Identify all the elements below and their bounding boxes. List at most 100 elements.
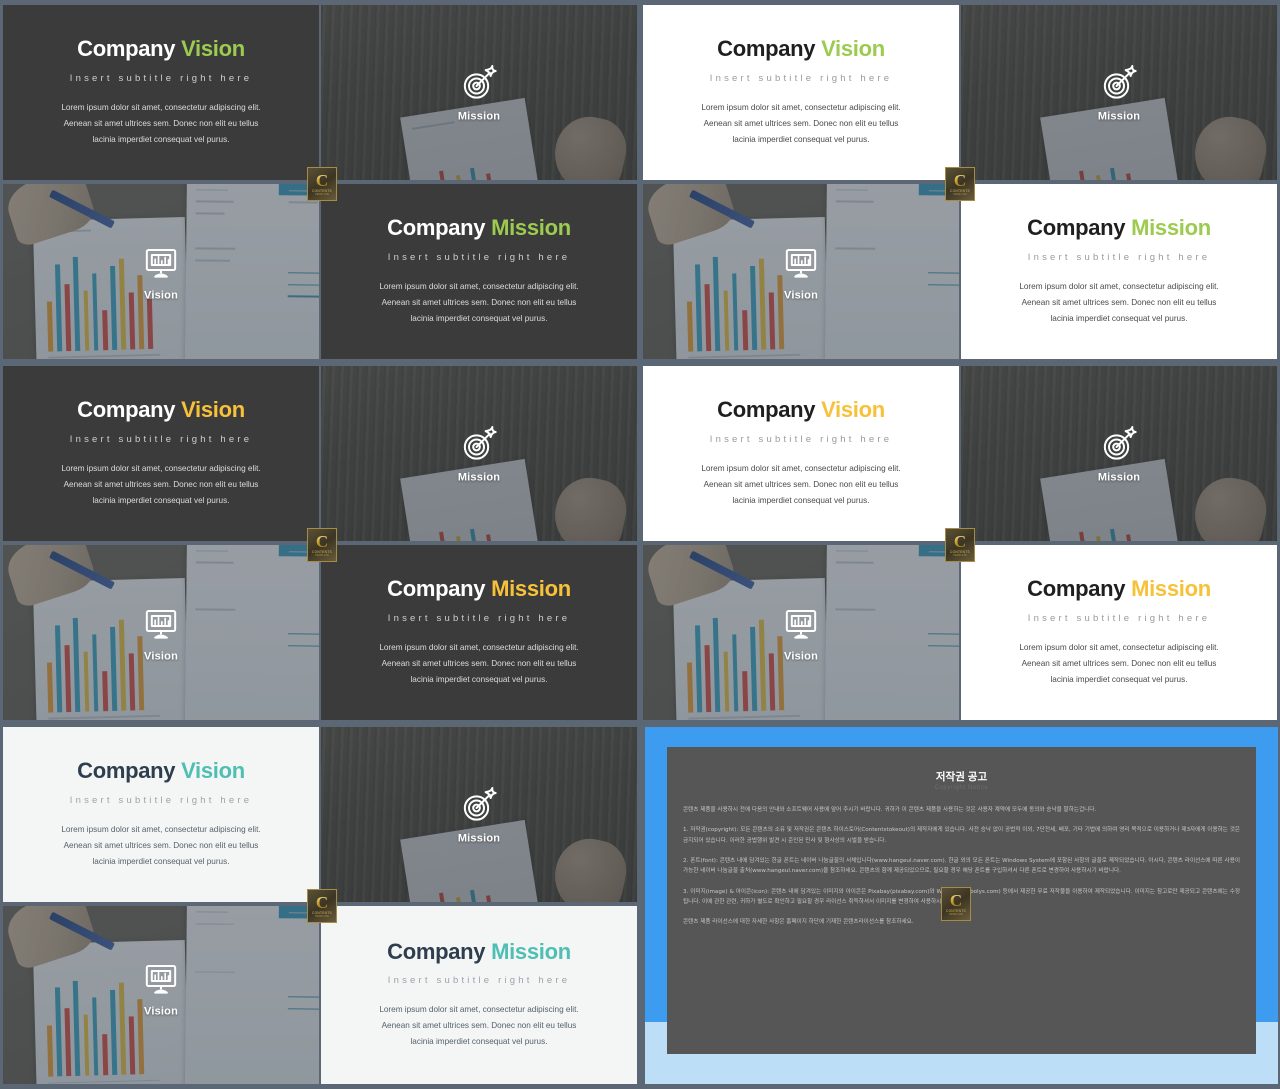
logo-sub: TEMPLATE [314, 192, 330, 196]
slide-body-line-3: lacinia imperdiet consequat vel purus. [732, 134, 870, 144]
slide-subtitle: Insert subtitle right here [69, 794, 253, 806]
slide-vision-photo-green-dark[interactable]: Vision [3, 184, 319, 359]
slide-title-accent: Mission [1131, 215, 1211, 241]
slide-subtitle: Insert subtitle right here [1027, 251, 1211, 263]
slide-mission-text-green-light[interactable]: Company Mission Insert subtitle right he… [961, 184, 1277, 359]
monitor-bar-chart-icon [785, 248, 817, 278]
slide-body: Lorem ipsum dolor sit amet, consectetur … [61, 822, 260, 870]
photo-panel: Vision [3, 184, 319, 359]
slide-body: Lorem ipsum dolor sit amet, consectetur … [379, 279, 578, 327]
slide-text-block: Company Mission Insert subtitle right he… [961, 545, 1277, 720]
logo-letter: C [949, 890, 963, 910]
slide-subtitle: Insert subtitle right here [1027, 612, 1211, 624]
slide-title-main: Company [77, 397, 176, 423]
slide-mission-photo-green-light[interactable]: Mission [961, 5, 1277, 180]
slide-title-accent: Vision [821, 36, 885, 62]
slide-body-line-2: Aenean sit amet ultrices sem. Donec non … [1021, 658, 1217, 668]
slide-title: Company Vision [77, 37, 245, 61]
slide-title-main: Company [717, 36, 816, 62]
slide-mission-photo-teal[interactable]: Mission [321, 727, 637, 902]
slide-body-line-3: lacinia imperdiet consequat vel purus. [92, 856, 230, 866]
logo-letter: C [953, 170, 967, 190]
target-arrow-icon [1103, 64, 1137, 99]
slide-mission-text-teal[interactable]: Company Mission Insert subtitle right he… [321, 906, 637, 1084]
slide-body: Lorem ipsum dolor sit amet, consectetur … [701, 100, 900, 148]
photo-center-content: Vision [643, 242, 959, 301]
slide-vision-photo-yellow-light[interactable]: Vision [643, 545, 959, 720]
slide-body-line-2: Aenean sit amet ultrices sem. Donec non … [381, 1021, 577, 1031]
slide-title: Company Vision [77, 759, 245, 783]
slide-body-line-1: Lorem ipsum dolor sit amet, consectetur … [379, 1005, 579, 1015]
slide-body: Lorem ipsum dolor sit amet, consectetur … [1019, 640, 1218, 688]
slide-title-accent: Mission [491, 215, 571, 241]
slide-mission-photo-yellow-dark[interactable]: Mission [321, 366, 637, 541]
slide-body-line-1: Lorem ipsum dolor sit amet, consectetur … [701, 102, 901, 112]
logo-sub: TEMPLATE [314, 914, 330, 918]
photo-center-content: Mission [961, 424, 1277, 483]
logo-letter: C [315, 170, 329, 190]
slide-vision-photo-green-light[interactable]: Vision [643, 184, 959, 359]
target-arrow-icon [463, 64, 497, 99]
slide-vision-text-green-dark[interactable]: Company Vision Insert subtitle right her… [3, 5, 319, 180]
photo-center-content: Vision [3, 958, 319, 1017]
slide-subtitle: Insert subtitle right here [69, 433, 253, 445]
photo-center-content: Mission [321, 424, 637, 483]
photo-panel: Mission [961, 5, 1277, 180]
logo-sub: TEMPLATE [952, 553, 968, 557]
slide-mission-photo-green-dark[interactable]: Mission [321, 5, 637, 180]
slide-title-main: Company [1027, 215, 1126, 241]
contents-logo-watermark: C CONTENTS TEMPLATE [307, 167, 337, 201]
photo-label-vision: Vision [143, 650, 178, 662]
slide-vision-photo-teal[interactable]: Vision [3, 906, 319, 1084]
slide-vision-text-yellow-light[interactable]: Company Vision Insert subtitle right her… [643, 366, 959, 541]
photo-panel: Vision [643, 545, 959, 720]
slide-subtitle: Insert subtitle right here [387, 251, 571, 263]
slide-body-line-1: Lorem ipsum dolor sit amet, consectetur … [701, 463, 901, 473]
slide-title-accent: Vision [181, 36, 245, 62]
slide-vision-text-teal[interactable]: Company Vision Insert subtitle right her… [3, 727, 319, 902]
photo-label-mission: Mission [457, 832, 501, 844]
contents-logo-watermark: C CONTENTS TEMPLATE [945, 528, 975, 562]
slide-vision-text-yellow-dark[interactable]: Company Vision Insert subtitle right her… [3, 366, 319, 541]
slide-mission-text-yellow-light[interactable]: Company Mission Insert subtitle right he… [961, 545, 1277, 720]
slide-title: Company Vision [717, 37, 885, 61]
slide-title: Company Vision [77, 398, 245, 422]
photo-label-mission: Mission [457, 110, 501, 122]
slide-body-line-3: lacinia imperdiet consequat vel purus. [1050, 313, 1188, 323]
slide-mission-photo-yellow-light[interactable]: Mission [961, 366, 1277, 541]
slide-title: Company Mission [1027, 216, 1211, 240]
photo-label-mission: Mission [1097, 471, 1141, 483]
slide-body-line-3: lacinia imperdiet consequat vel purus. [410, 313, 548, 323]
slide-body-line-2: Aenean sit amet ultrices sem. Donec non … [381, 658, 577, 668]
slide-vision-photo-yellow-dark[interactable]: Vision [3, 545, 319, 720]
monitor-bar-chart-icon [145, 964, 177, 994]
photo-label-vision: Vision [143, 1005, 178, 1018]
slide-subtitle: Insert subtitle right here [709, 433, 893, 445]
slide-title-accent: Vision [181, 758, 245, 784]
logo-sub: TEMPLATE [952, 192, 968, 196]
target-arrow-icon [463, 425, 497, 460]
photo-label-vision: Vision [783, 289, 818, 301]
copyright-title: 저작권 공고 [935, 771, 988, 783]
copyright-slide[interactable]: 저작권 공고 Copyright Notice 콘텐츠 제품을 사용하시 전에 … [645, 727, 1278, 1084]
slide-body-line-2: Aenean sit amet ultrices sem. Donec non … [63, 840, 259, 850]
slide-subtitle: Insert subtitle right here [387, 612, 571, 624]
slide-body-line-3: lacinia imperdiet consequat vel purus. [410, 1037, 548, 1047]
copyright-subtitle: Copyright Notice [934, 785, 989, 791]
slide-body-line-2: Aenean sit amet ultrices sem. Donec non … [63, 479, 259, 489]
photo-panel: Vision [643, 184, 959, 359]
slide-body-line-2: Aenean sit amet ultrices sem. Donec non … [1021, 297, 1217, 307]
slide-text-block: Company Mission Insert subtitle right he… [321, 906, 637, 1084]
slide-mission-text-yellow-dark[interactable]: Company Mission Insert subtitle right he… [321, 545, 637, 720]
contents-logo-watermark: C CONTENTS TEMPLATE [307, 889, 337, 923]
slide-title-main: Company [1027, 576, 1126, 602]
slide-vision-text-green-light[interactable]: Company Vision Insert subtitle right her… [643, 5, 959, 180]
photo-label-vision: Vision [783, 650, 818, 662]
slide-body-line-3: lacinia imperdiet consequat vel purus. [732, 495, 870, 505]
slide-title-main: Company [387, 215, 486, 241]
slide-text-block: Company Vision Insert subtitle right her… [3, 5, 319, 180]
slide-subtitle: Insert subtitle right here [69, 72, 253, 84]
slide-body-line-2: Aenean sit amet ultrices sem. Donec non … [63, 118, 259, 128]
slide-mission-text-green-dark[interactable]: Company Mission Insert subtitle right he… [321, 184, 637, 359]
slide-body: Lorem ipsum dolor sit amet, consectetur … [61, 100, 260, 148]
